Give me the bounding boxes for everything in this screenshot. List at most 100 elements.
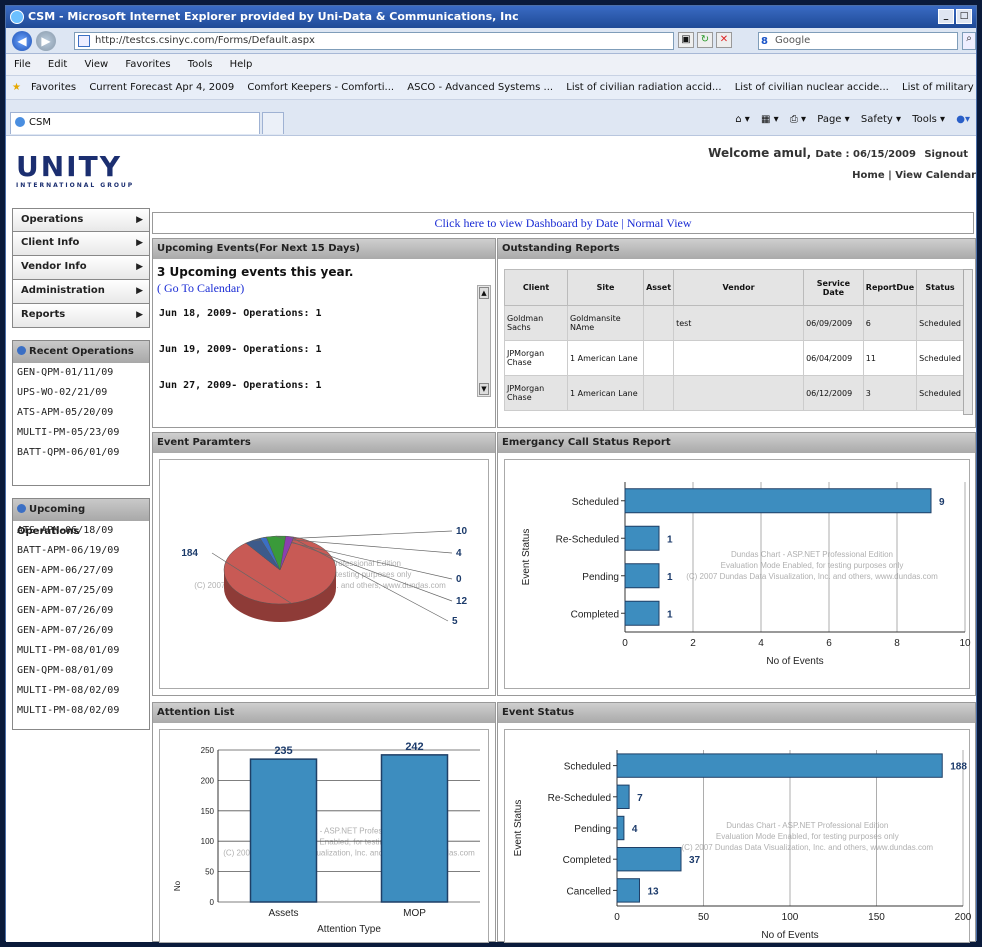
url-text: http://testcs.csinyc.com/Forms/Default.a… (95, 35, 315, 46)
upcoming-item[interactable]: GEN-APM-06/27/09 (13, 561, 149, 581)
table-row[interactable]: JPMorgan Chase 1 American Lane 06/12/200… (504, 375, 964, 411)
help-icon[interactable]: ●▾ (956, 114, 970, 125)
fav-item-6[interactable]: List of military nuclear accid... (902, 82, 976, 93)
panel-title: Emergancy Call Status Report (498, 433, 975, 453)
forward-button[interactable]: ▶ (36, 31, 56, 51)
arrow-right-icon: ▶ (136, 286, 143, 296)
refresh-icon[interactable]: ↻ (697, 32, 713, 48)
fav-item-1[interactable]: Current Forecast Apr 4, 2009 (89, 82, 234, 93)
fav-item-3[interactable]: ASCO - Advanced Systems ... (407, 82, 553, 93)
table-cell: 06/12/2009 (803, 375, 864, 411)
url-input[interactable]: http://testcs.csinyc.com/Forms/Default.a… (74, 32, 674, 50)
x-axis-label: Attention Type (317, 924, 381, 935)
nav-client-info[interactable]: Client Info ▶ (12, 232, 150, 256)
home-icon[interactable]: ⌂ ▾ (735, 114, 750, 125)
favorites-button[interactable]: Favorites (31, 82, 76, 93)
nav-administration[interactable]: Administration ▶ (12, 280, 150, 304)
upcoming-item[interactable]: MULTI-PM-08/01/09 (13, 641, 149, 661)
signout-link[interactable]: Signout (924, 149, 968, 160)
recent-item[interactable]: UPS-WO-02/21/09 (13, 383, 149, 403)
table-cell: JPMorgan Chase (504, 375, 569, 411)
nav-operations[interactable]: Operations ▶ (12, 208, 150, 232)
upcoming-item[interactable]: GEN-QPM-08/01/09 (13, 661, 149, 681)
collapse-icon[interactable] (17, 346, 26, 355)
go-to-calendar-link[interactable]: ( Go To Calendar) (153, 281, 495, 296)
upcoming-item[interactable]: GEN-APM-07/25/09 (13, 581, 149, 601)
upcoming-item[interactable]: GEN-APM-07/26/09 (13, 601, 149, 621)
menu-favorites[interactable]: Favorites (125, 59, 170, 70)
page-menu[interactable]: Page ▾ (817, 114, 849, 125)
table-cell: Goldmansite NAme (567, 305, 645, 341)
x-tick-label: 100 (782, 912, 799, 923)
tools-menu[interactable]: Tools ▾ (912, 114, 945, 125)
nav-label: Operations (21, 214, 84, 225)
compat-icon[interactable]: ▣ (678, 32, 694, 48)
stop-icon[interactable]: ✕ (716, 32, 732, 48)
search-input[interactable]: 8 Google (758, 32, 958, 50)
col-header: Site (567, 269, 645, 306)
panel-title: Attention List (153, 703, 495, 723)
new-tab-button[interactable] (262, 112, 284, 134)
menu-tools[interactable]: Tools (188, 59, 213, 70)
table-row[interactable]: Goldman Sachs Goldmansite NAme test 06/0… (504, 305, 964, 341)
table-row[interactable]: JPMorgan Chase 1 American Lane 06/04/200… (504, 340, 964, 376)
normal-view-link[interactable]: Normal View (627, 216, 692, 230)
data-label: 37 (689, 855, 701, 866)
window-titlebar: CSM - Microsoft Internet Explorer provid… (6, 6, 976, 28)
maximize-button[interactable]: □ (956, 9, 972, 24)
upcoming-item[interactable]: BATT-APM-06/19/09 (13, 541, 149, 561)
y-tick-label: 150 (201, 807, 215, 816)
table-cell: 3 (862, 375, 918, 411)
browser-window: CSM - Microsoft Internet Explorer provid… (5, 5, 977, 943)
data-label: 188 (950, 762, 967, 773)
print-icon[interactable]: ⎙ ▾ (790, 114, 806, 125)
tab-csm[interactable]: CSM (10, 112, 260, 134)
bar (624, 600, 660, 626)
collapse-icon[interactable] (17, 504, 26, 513)
scroll-down-icon[interactable]: ▼ (479, 383, 489, 395)
upcoming-item[interactable]: MULTI-PM-08/02/09 (13, 681, 149, 701)
reports-scrollbar[interactable] (963, 269, 973, 415)
recent-item[interactable]: GEN-QPM-01/11/09 (13, 363, 149, 383)
page-content: UNITY INTERNATIONAL GROUP Welcome amul, … (6, 136, 976, 943)
dashlink-separator: | (618, 216, 627, 230)
menu-view[interactable]: View (84, 59, 108, 70)
bar (249, 758, 318, 903)
events-scrollbar[interactable]: ▲ ▼ (477, 285, 491, 397)
favorites-star-icon: ★ (12, 82, 21, 93)
recent-title: Recent Operations (29, 346, 134, 357)
fav-item-4[interactable]: List of civilian radiation accid... (566, 82, 721, 93)
minimize-button[interactable]: _ (938, 9, 954, 24)
dashboard-by-date-link[interactable]: Click here to view Dashboard by Date (434, 216, 618, 230)
table-cell: Scheduled (916, 305, 964, 341)
y-tick-label: Completed (563, 855, 611, 866)
feeds-icon[interactable]: ▦ ▾ (761, 114, 779, 125)
view-calendar-link[interactable]: View Calendar (895, 170, 976, 181)
upcoming-item[interactable]: GEN-APM-07/26/09 (13, 621, 149, 641)
fav-item-2[interactable]: Comfort Keepers - Comforti... (247, 82, 394, 93)
fav-item-5[interactable]: List of civilian nuclear accide... (735, 82, 889, 93)
scroll-up-icon[interactable]: ▲ (479, 287, 489, 299)
upcoming-item[interactable]: MULTI-PM-08/02/09 (13, 701, 149, 721)
y-axis-label: Event Status (513, 800, 524, 857)
recent-item[interactable]: ATS-APM-05/20/09 (13, 403, 149, 423)
table-cell: Scheduled (916, 340, 964, 376)
back-button[interactable]: ◀ (12, 31, 32, 51)
y-tick-label: 250 (201, 746, 215, 755)
chart-frame: Dundas Chart - ASP.NET Professional Edit… (159, 459, 489, 689)
safety-menu[interactable]: Safety ▾ (861, 114, 901, 125)
col-header: Service Date (803, 269, 864, 306)
home-link[interactable]: Home (852, 170, 884, 181)
panel-title: Outstanding Reports (498, 239, 975, 259)
nav-reports[interactable]: Reports ▶ (12, 304, 150, 328)
nav-vendor-info[interactable]: Vendor Info ▶ (12, 256, 150, 280)
upcoming-item[interactable]: ATS-APM-06/18/09 (13, 521, 149, 541)
recent-item[interactable]: MULTI-PM-05/23/09 (13, 423, 149, 443)
menu-edit[interactable]: Edit (48, 59, 67, 70)
event-item: Jun 27, 2009- Operations: 1 (159, 380, 322, 391)
menu-file[interactable]: File (14, 59, 31, 70)
search-go-icon[interactable]: ⌕ (962, 32, 976, 50)
menu-help[interactable]: Help (230, 59, 253, 70)
recent-item[interactable]: BATT-QPM-06/01/09 (13, 443, 149, 463)
x-tick-label: 2 (690, 638, 696, 649)
